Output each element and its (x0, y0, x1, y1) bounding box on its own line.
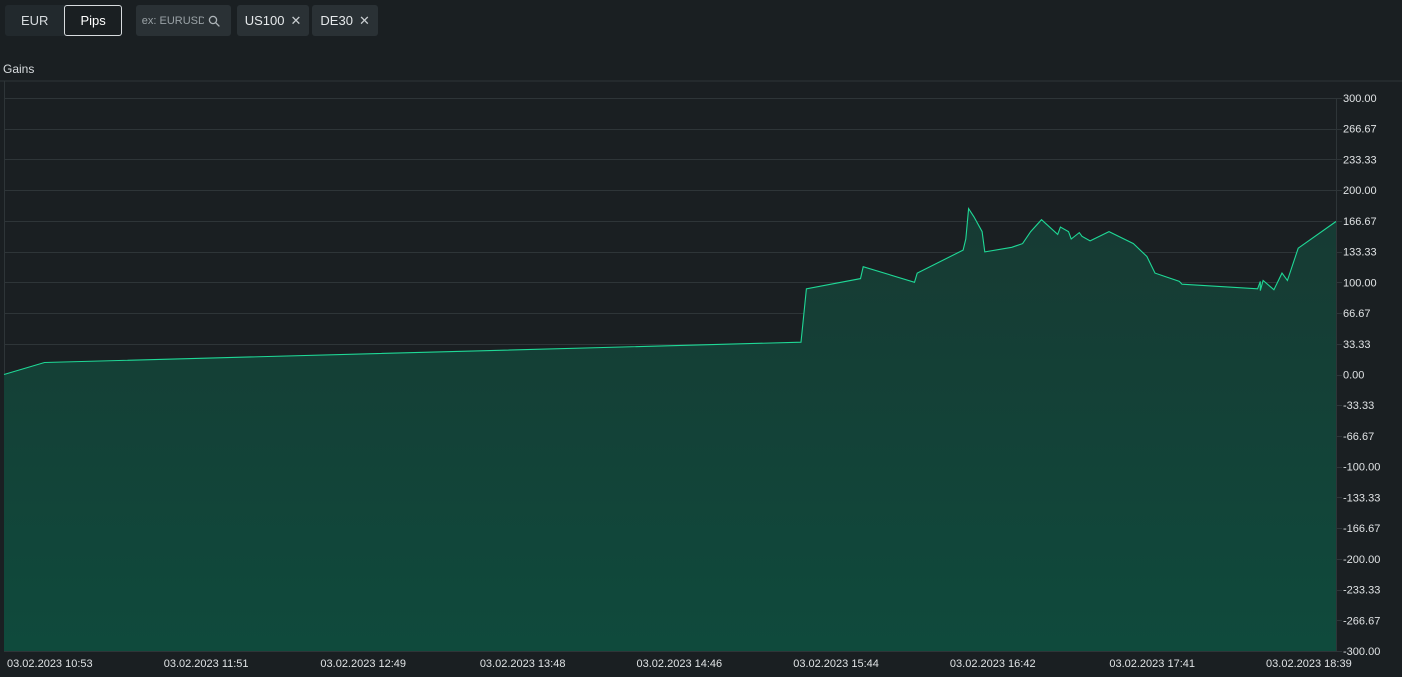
symbol-search-input[interactable] (141, 14, 204, 27)
gains-area (4, 208, 1336, 651)
y-tick-label: 200.00 (1343, 185, 1377, 197)
x-tick-label: 03.02.2023 15:44 (793, 658, 879, 670)
y-tick-label: -33.33 (1343, 400, 1374, 412)
y-tick-label: 66.67 (1343, 308, 1371, 320)
y-tick-label: 233.33 (1343, 154, 1377, 166)
symbol-tag-label: US100 (244, 13, 285, 28)
gains-chart[interactable]: 300.00 266.67 233.33 200.00 166.67 133.33 100.… (0, 80, 1402, 677)
x-tick-label: 03.02.2023 17:41 (1109, 658, 1195, 670)
y-tick-label: 133.33 (1343, 247, 1377, 259)
y-tick-label: 100.00 (1343, 277, 1377, 289)
chart-title: Gains (3, 62, 35, 76)
search-icon[interactable] (208, 15, 220, 27)
y-tick-label: 33.33 (1343, 339, 1371, 351)
y-tick-label: 0.00 (1343, 370, 1364, 382)
close-icon[interactable]: ✕ (291, 14, 302, 27)
toolbar: EUR Pips US100 ✕ DE30 ✕ (5, 5, 378, 36)
x-tick-label: 03.02.2023 13:48 (480, 658, 566, 670)
eur-button[interactable]: EUR (5, 5, 64, 36)
x-tick-label: 03.02.2023 18:39 (1266, 658, 1352, 670)
y-tick-label: 166.67 (1343, 216, 1377, 228)
close-icon[interactable]: ✕ (359, 14, 370, 27)
y-tick-label: 300.00 (1343, 93, 1377, 105)
y-tick-label: -133.33 (1343, 492, 1380, 504)
x-tick-label: 03.02.2023 12:49 (320, 658, 406, 670)
y-tick-label: -100.00 (1343, 462, 1380, 474)
x-tick-label: 03.02.2023 16:42 (950, 658, 1036, 670)
symbol-tag-us100: US100 ✕ (236, 5, 310, 36)
symbol-search[interactable] (135, 5, 231, 36)
symbol-tag-de30: DE30 ✕ (312, 5, 378, 36)
y-tick-label: 266.67 (1343, 124, 1377, 136)
y-tick-label: -200.00 (1343, 554, 1380, 566)
symbol-tag-label: DE30 (320, 13, 353, 28)
y-tick-label: -266.67 (1343, 615, 1380, 627)
x-tick-label: 03.02.2023 11:51 (164, 658, 249, 670)
pips-button[interactable]: Pips (64, 5, 122, 36)
y-axis: 300.00 266.67 233.33 200.00 166.67 133.33 100.… (1343, 93, 1380, 658)
x-axis: 03.02.2023 10:53 03.02.2023 11:51 03.02.20… (7, 658, 1352, 670)
y-tick-label: -166.67 (1343, 523, 1380, 535)
unit-toggle: EUR Pips (5, 5, 122, 36)
y-tick-label: -300.00 (1343, 646, 1380, 658)
x-tick-label: 03.02.2023 10:53 (7, 658, 93, 670)
x-tick-label: 03.02.2023 14:46 (637, 658, 723, 670)
y-tick-label: -66.67 (1343, 431, 1374, 443)
y-tick-label: -233.33 (1343, 585, 1380, 597)
